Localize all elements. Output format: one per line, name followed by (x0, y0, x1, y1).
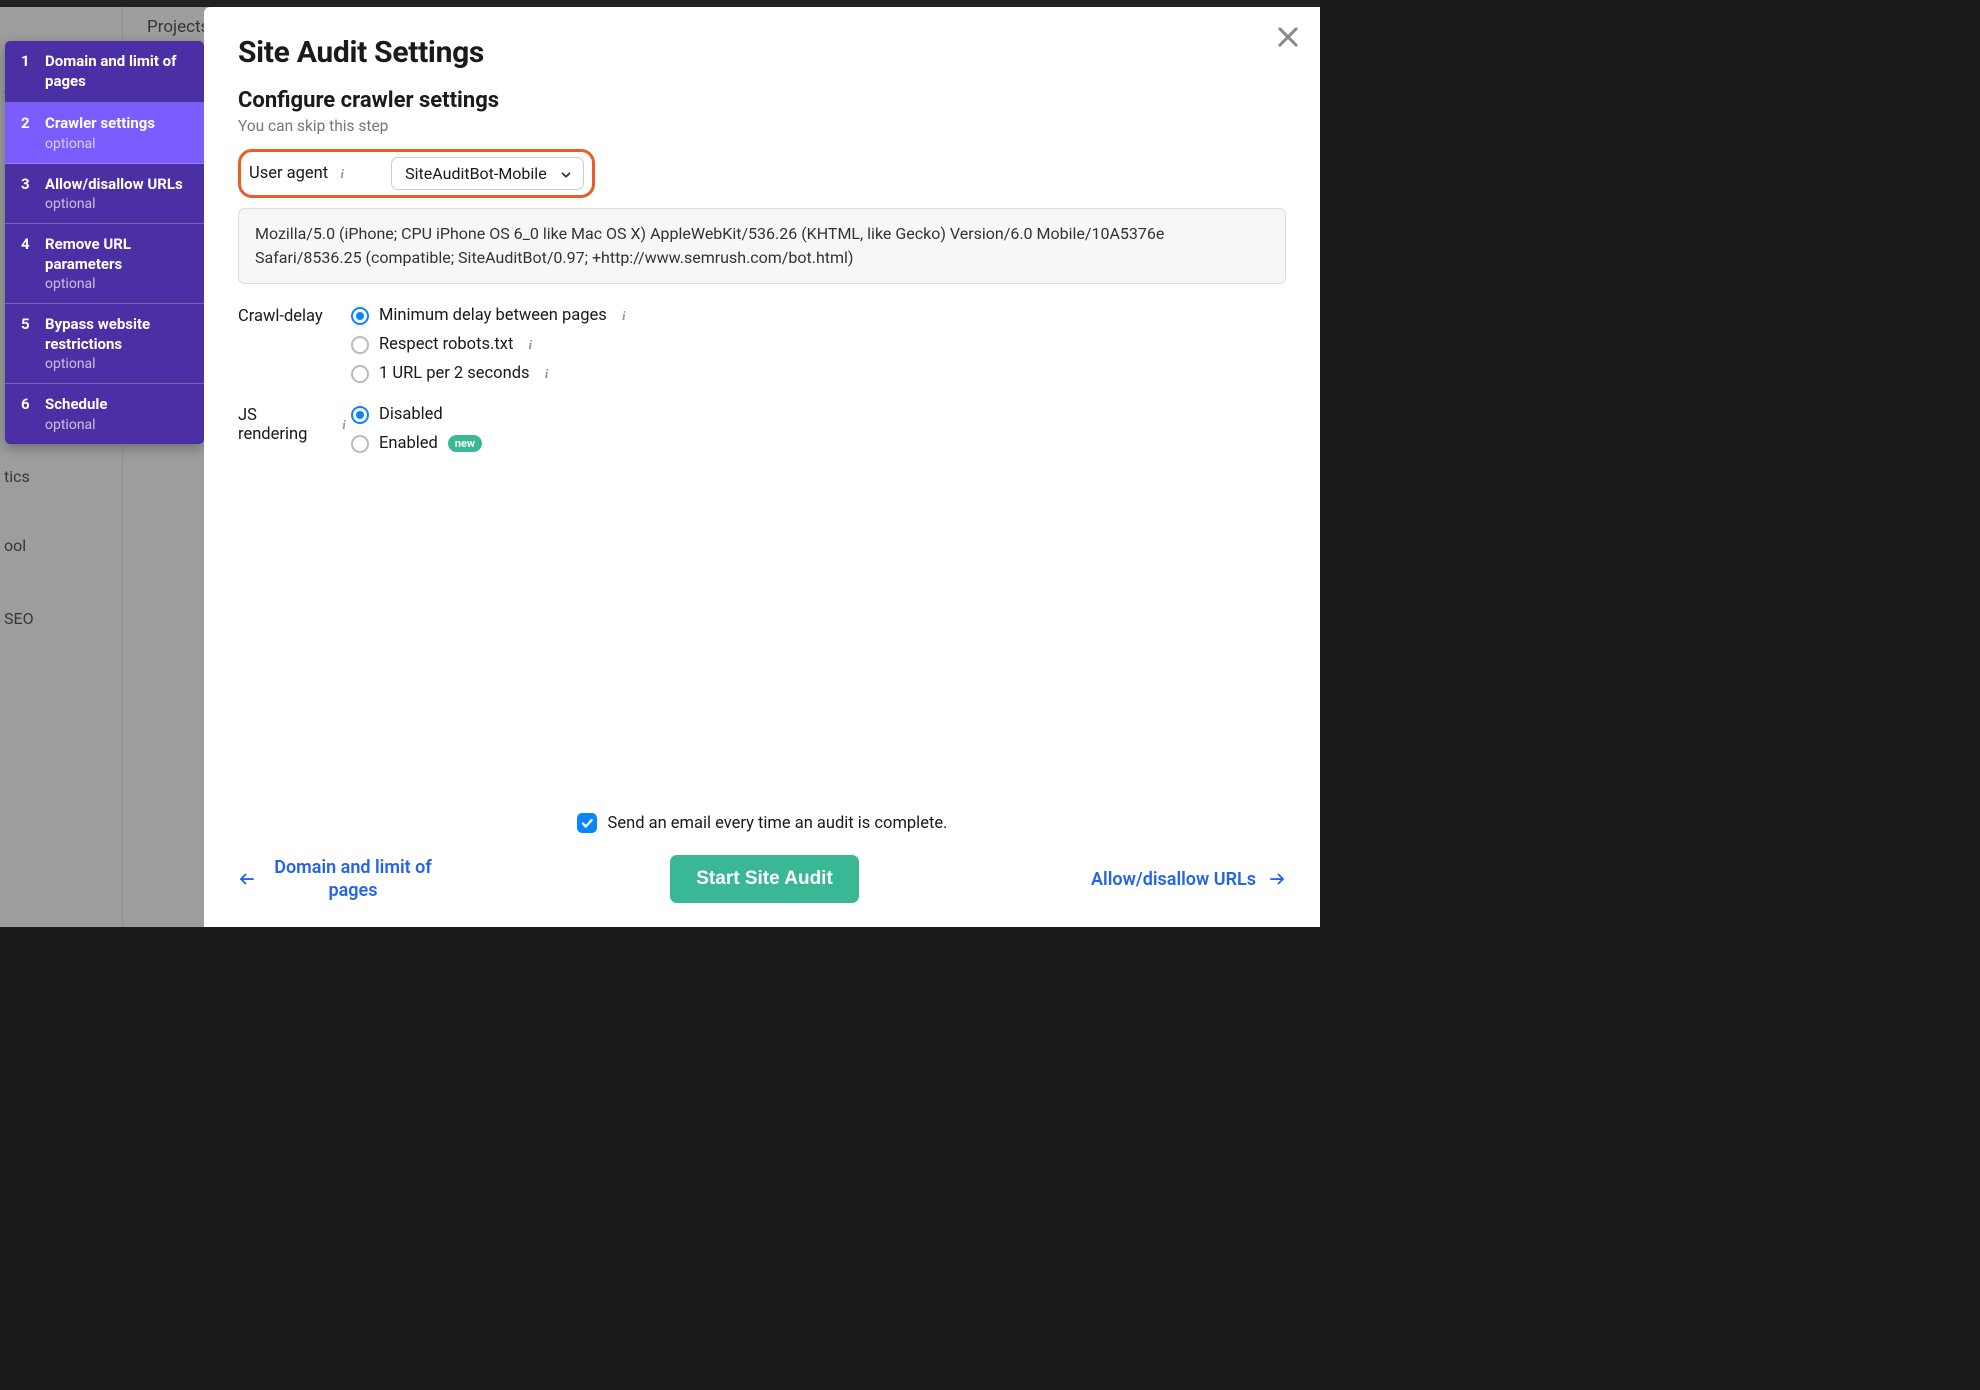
step-schedule[interactable]: 6 Schedule optional (5, 384, 204, 444)
chevron-down-icon (559, 167, 573, 181)
arrow-right-icon (1268, 870, 1286, 888)
step-allow-disallow[interactable]: 3 Allow/disallow URLs optional (5, 164, 204, 225)
step-remove-params[interactable]: 4 Remove URL parameters optional (5, 224, 204, 304)
step-optional: optional (45, 417, 192, 433)
radio-label: Enabled (379, 434, 438, 453)
modal-title: Site Audit Settings (238, 35, 1286, 70)
step-title: Crawler settings (45, 114, 192, 134)
radio-icon (351, 336, 369, 354)
crawl-delay-option-1per2[interactable]: 1 URL per 2 seconds i (351, 364, 631, 383)
crawl-delay-option-minimum[interactable]: Minimum delay between pages i (351, 306, 631, 325)
radio-icon (351, 435, 369, 453)
radio-label: Respect robots.txt (379, 335, 513, 354)
settings-modal: Site Audit Settings Configure crawler se… (204, 7, 1320, 927)
user-agent-string: Mozilla/5.0 (iPhone; CPU iPhone OS 6_0 l… (238, 208, 1286, 284)
prev-step-label: Domain and limit of pages (268, 856, 438, 903)
step-title: Schedule (45, 395, 192, 415)
radio-label: Minimum delay between pages (379, 306, 607, 325)
step-title: Allow/disallow URLs (45, 175, 192, 195)
user-agent-highlight: User agent i SiteAuditBot-Mobile (238, 149, 595, 198)
step-optional: optional (45, 136, 192, 152)
email-label: Send an email every time an audit is com… (608, 814, 948, 833)
prev-step-link[interactable]: Domain and limit of pages (238, 856, 438, 903)
info-icon[interactable]: i (335, 167, 349, 181)
email-checkbox[interactable] (577, 813, 597, 833)
info-icon[interactable]: i (523, 338, 537, 352)
js-option-enabled[interactable]: Enabled new (351, 434, 482, 453)
info-icon[interactable]: i (540, 367, 554, 381)
js-rendering-label: JS rendering (238, 406, 330, 444)
close-button[interactable] (1274, 23, 1302, 51)
info-icon[interactable]: i (617, 309, 631, 323)
arrow-left-icon (238, 870, 256, 888)
start-audit-button[interactable]: Start Site Audit (670, 855, 859, 903)
step-title: Bypass website restrictions (45, 315, 192, 354)
radio-label: 1 URL per 2 seconds (379, 364, 530, 383)
user-agent-label-wrap: User agent i (249, 164, 349, 183)
step-optional: optional (45, 356, 192, 372)
radio-icon (351, 307, 369, 325)
js-option-disabled[interactable]: Disabled (351, 405, 482, 424)
step-number: 5 (21, 315, 45, 335)
step-number: 6 (21, 395, 45, 415)
step-domain-limit[interactable]: 1 Domain and limit of pages (5, 41, 204, 103)
step-number: 1 (21, 52, 45, 72)
step-bypass-restrictions[interactable]: 5 Bypass website restrictions optional (5, 304, 204, 384)
user-agent-select[interactable]: SiteAuditBot-Mobile (391, 157, 584, 190)
crawl-delay-label: Crawl-delay (238, 307, 323, 326)
step-title: Remove URL parameters (45, 235, 192, 274)
step-number: 4 (21, 235, 45, 255)
step-number: 2 (21, 114, 45, 134)
radio-icon (351, 365, 369, 383)
info-icon[interactable]: i (337, 418, 351, 432)
step-title: Domain and limit of pages (45, 52, 192, 91)
user-agent-label: User agent (249, 164, 328, 183)
next-step-label: Allow/disallow URLs (1091, 869, 1256, 890)
crawl-delay-option-robots[interactable]: Respect robots.txt i (351, 335, 631, 354)
settings-stepper: 1 Domain and limit of pages 2 Crawler se… (5, 41, 204, 444)
step-number: 3 (21, 175, 45, 195)
next-step-link[interactable]: Allow/disallow URLs (1091, 869, 1286, 890)
step-crawler-settings[interactable]: 2 Crawler settings optional (5, 103, 204, 164)
new-badge: new (448, 435, 482, 452)
radio-label: Disabled (379, 405, 443, 424)
step-optional: optional (45, 196, 192, 212)
user-agent-value: SiteAuditBot-Mobile (405, 164, 547, 183)
modal-subtitle: Configure crawler settings (238, 88, 1286, 113)
modal-skip-hint: You can skip this step (238, 117, 1286, 135)
radio-icon (351, 406, 369, 424)
step-optional: optional (45, 276, 192, 292)
